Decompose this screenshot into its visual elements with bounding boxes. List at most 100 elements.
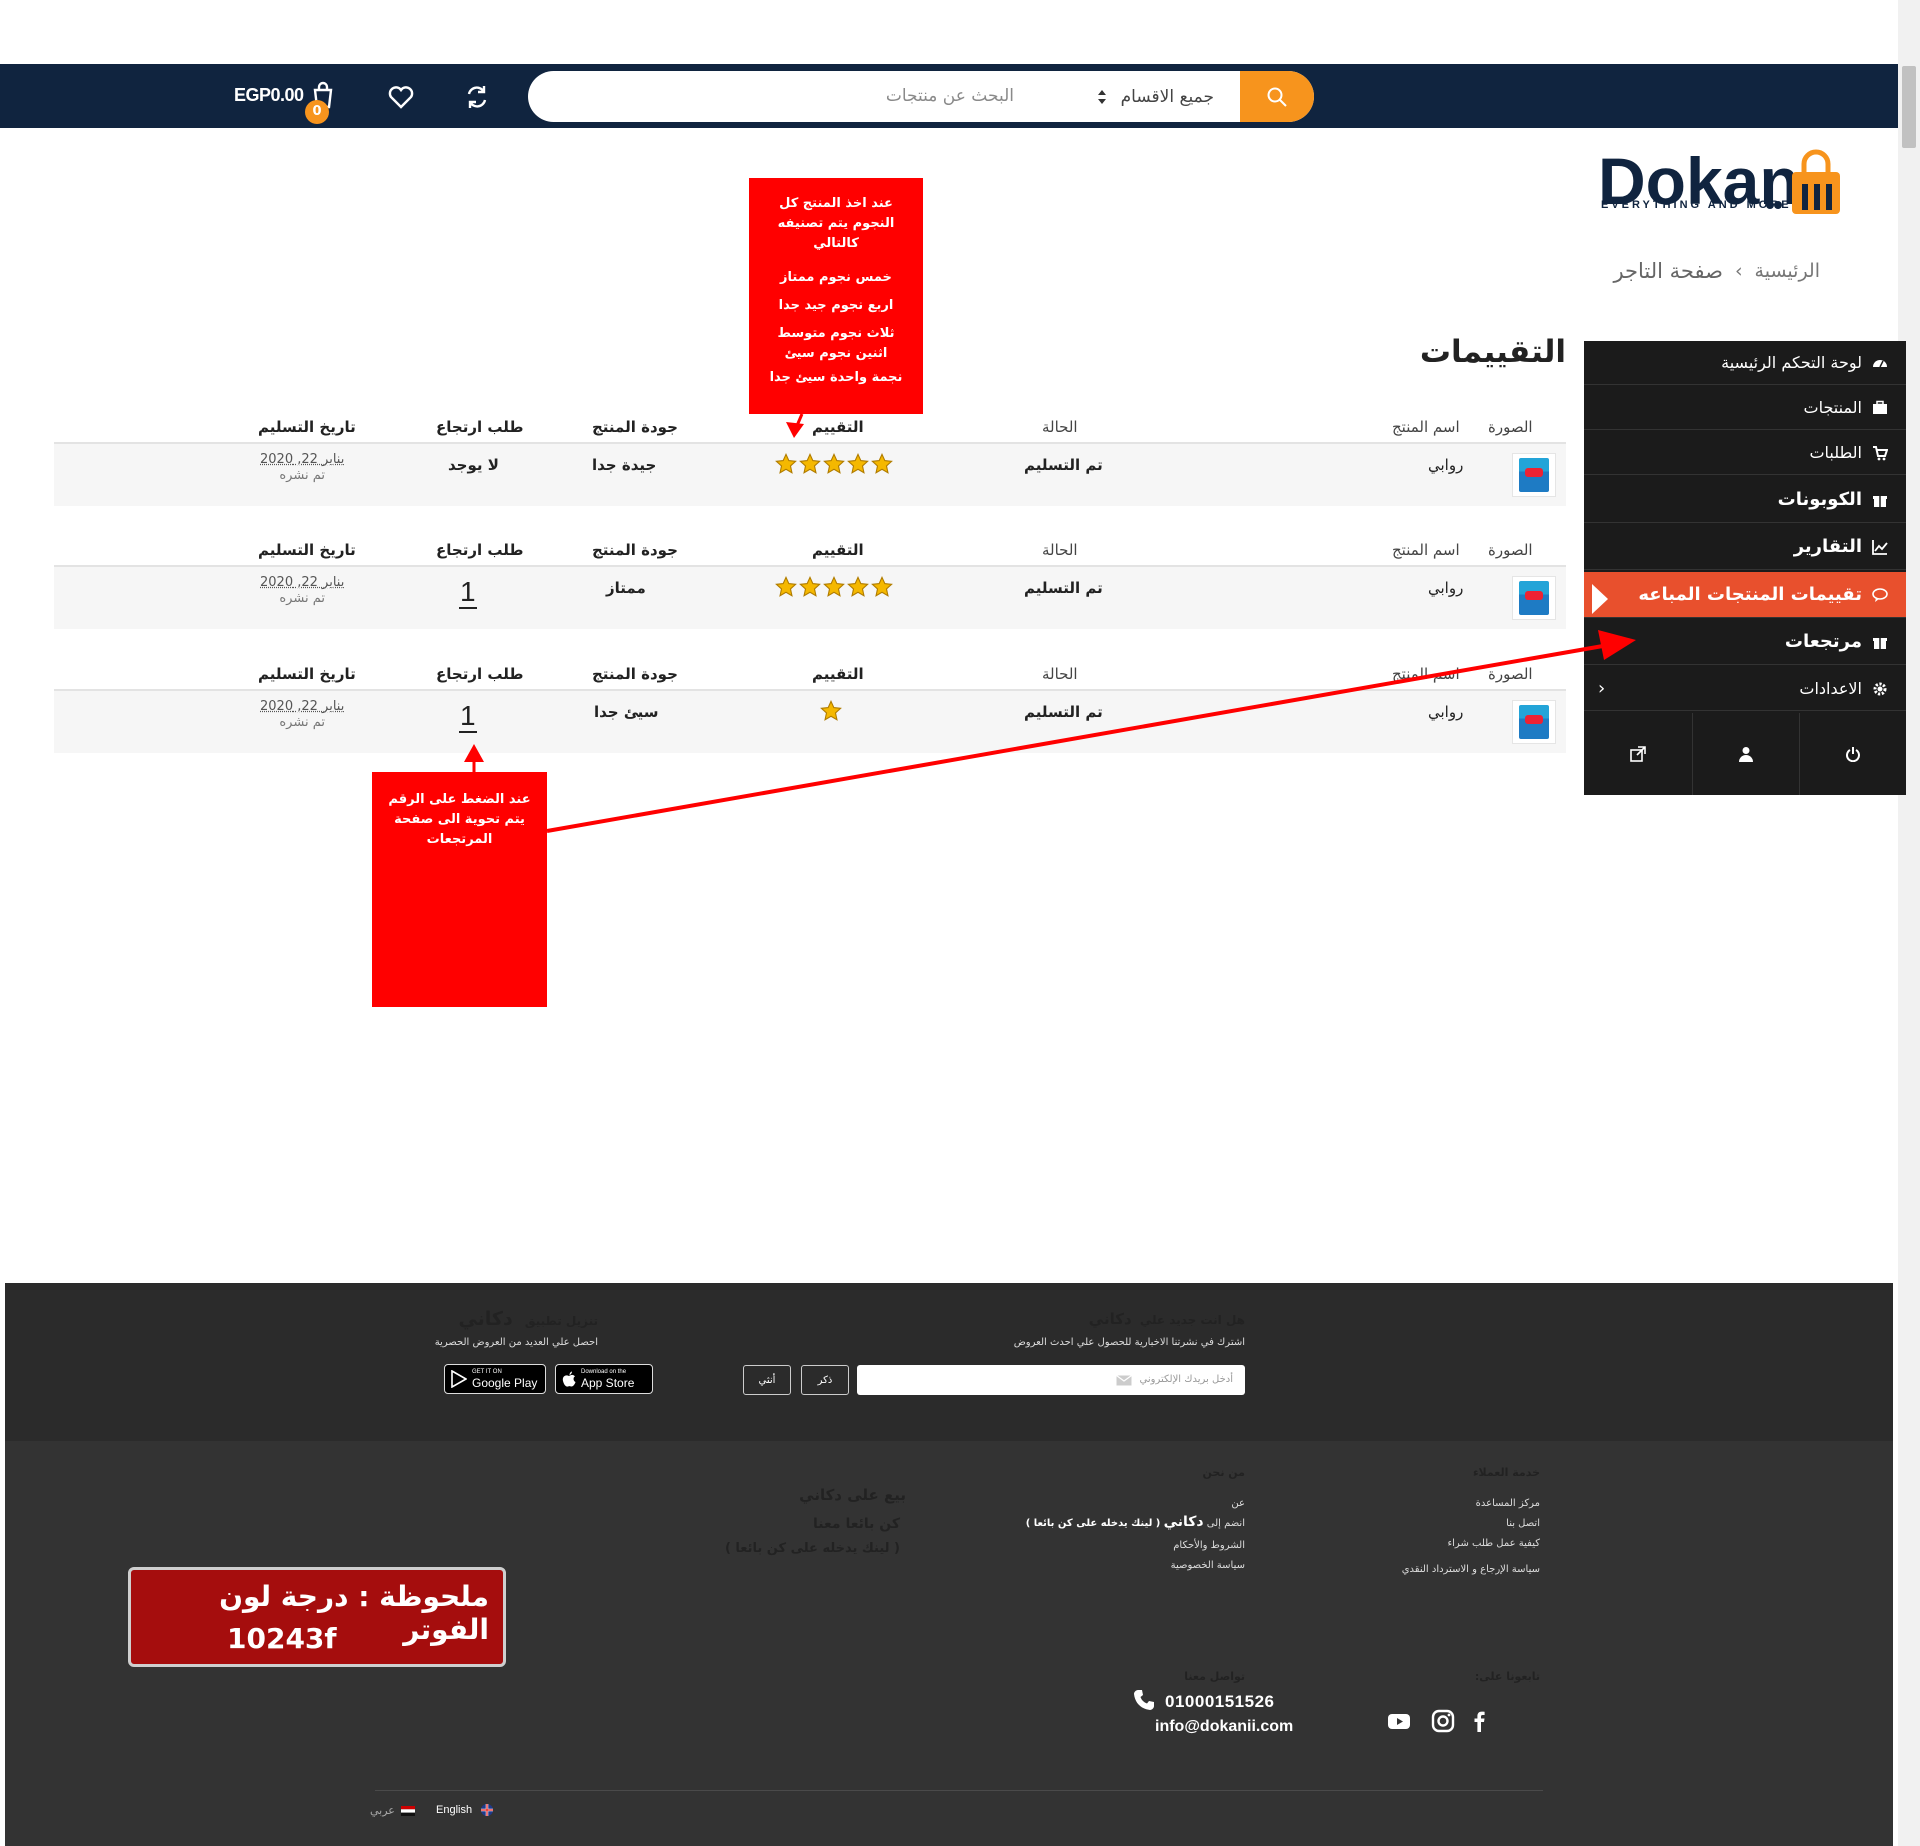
note-line: اثنين نجوم سيئ (784, 346, 888, 361)
star-icon (775, 453, 797, 474)
google-small-text: GET IT ON (472, 1368, 502, 1375)
return-request-link[interactable]: 1 (459, 577, 477, 609)
star-icon (871, 576, 893, 597)
lang-ar-label: عربي (370, 1804, 395, 1817)
dokanii-logo[interactable]: Dokan EVERYTHING AND MORE (1596, 128, 1876, 228)
product-name[interactable]: روابي (1428, 456, 1463, 474)
sidebar-item-label: التقارير (1793, 536, 1862, 557)
apple-icon (562, 1371, 576, 1387)
google-play-button[interactable]: GET IT ON Google Play (444, 1364, 546, 1394)
male-button[interactable]: ذكر (801, 1365, 849, 1395)
footer-link-terms[interactable]: الشروط والأحكام (1173, 1540, 1245, 1551)
search-bar: جميع الاقسام البحث عن منتجات (528, 71, 1314, 122)
product-thumbnail[interactable] (1512, 453, 1556, 497)
language-arabic[interactable]: عربي (370, 1804, 415, 1817)
page-scrollbar[interactable] (1898, 0, 1920, 1846)
col-quality: جودة المنتج (592, 665, 678, 683)
product-thumbnail[interactable] (1512, 576, 1556, 620)
return-request-link[interactable]: 1 (459, 701, 477, 733)
sidebar-item-coupons[interactable]: الكوبونات (1584, 477, 1906, 523)
breadcrumb-home[interactable]: الرئيسية (1755, 260, 1820, 282)
logo-tagline: EVERYTHING AND MORE (1601, 199, 1792, 211)
footer-link-returns-policy[interactable]: سياسة الإرجاع و الاسترداد النقدي (1402, 1564, 1540, 1575)
footer-link-contact[interactable]: اتصل بنا (1506, 1518, 1540, 1529)
sidebar-item-dashboard[interactable]: لوحة التحكم الرئيسية (1584, 341, 1906, 385)
youtube-icon[interactable] (1386, 1708, 1412, 1734)
be-seller-link[interactable]: كن بائعا معنا (813, 1516, 900, 1532)
sidebar-item-returns[interactable]: مرتجعات (1584, 619, 1906, 665)
star-icon (820, 700, 842, 721)
note-line: النجوم يتم تصنيفه (777, 216, 895, 231)
app-download-title: تنزيل تطبيق دكاني (458, 1308, 598, 1330)
category-select[interactable]: جميع الاقسام (1097, 71, 1214, 122)
star-rating (820, 700, 842, 722)
star-icon (871, 453, 893, 474)
product-name[interactable]: روابي (1428, 703, 1463, 721)
facebook-icon[interactable] (1466, 1708, 1492, 1734)
join-prefix: انضم إلى (1206, 1518, 1245, 1529)
user-icon (1739, 747, 1753, 762)
table-row: روابي تم التسليم ممتاز 1 يناير 22, 2020 … (54, 567, 1566, 629)
wishlist-heart-icon[interactable] (386, 82, 416, 112)
lang-en-label: English (436, 1804, 473, 1816)
visit-store-button[interactable] (1584, 713, 1692, 795)
chevron-left-icon: ‹ (1598, 678, 1606, 699)
egypt-flag-icon (400, 1805, 415, 1816)
sidebar-item-settings[interactable]: الاعدادات ‹ (1584, 667, 1906, 711)
logout-button[interactable] (1799, 713, 1906, 795)
sell-on-dokanii[interactable]: بيع على دكاني (799, 1486, 906, 1504)
briefcase-icon (1873, 400, 1887, 414)
dashboard-icon (1873, 359, 1887, 367)
footer-link-about[interactable]: عن (1231, 1498, 1245, 1509)
table-header: الصورة اسم المنتج الحالة التقييم جودة ال… (54, 412, 1566, 444)
power-icon (1846, 747, 1860, 762)
sidebar-item-products[interactable]: المنتجات (1584, 386, 1906, 430)
note-line: ثلاث نجوم متوسط (777, 326, 895, 341)
col-rating: التقييم (812, 665, 864, 683)
product-name[interactable]: روابي (1428, 579, 1463, 597)
follow-us-title: تابعونا على: (1474, 1670, 1540, 1683)
footer-link-privacy[interactable]: سياسة الخصوصية (1171, 1560, 1245, 1571)
gear-icon (1873, 682, 1887, 695)
sidebar-item-orders[interactable]: الطلبات (1584, 431, 1906, 475)
star-icon (799, 576, 821, 597)
star-rating (775, 453, 893, 475)
product-quality: سيئ جدا (594, 703, 659, 721)
profile-button[interactable] (1692, 713, 1799, 795)
sidebar-item-label: المنتجات (1803, 398, 1863, 417)
table-row: روابي تم التسليم جيدة جدا لا يوجد يناير … (54, 444, 1566, 506)
sidebar-item-label: الكوبونات (1777, 489, 1862, 510)
female-button[interactable]: أنثي (743, 1365, 791, 1395)
footer-link-how-to-order[interactable]: كيفية عمل طلب شراء (1447, 1538, 1540, 1549)
table-header: الصورة اسم المنتج الحالة التقييم جودة ال… (54, 659, 1566, 691)
sidebar-item-label: لوحة التحكم الرئيسية (1721, 353, 1862, 372)
sidebar-item-product-reviews[interactable]: تقييمات المنتجات المباعه (1584, 572, 1906, 618)
newsletter-email-input[interactable]: أدخل بريدك الإلكتروني (857, 1365, 1245, 1395)
active-menu-arrow (1592, 584, 1608, 614)
note-line: نجمة واحدة سيئ جدا (769, 370, 903, 385)
sidebar-item-reports[interactable]: التقارير (1584, 524, 1906, 570)
product-thumbnail[interactable] (1512, 700, 1556, 744)
search-input[interactable]: البحث عن منتجات (886, 71, 1014, 122)
contact-phone[interactable]: 01000151526 (1165, 1692, 1275, 1712)
footer-join-seller[interactable]: انضم إلى دكاني ( لينك يدخله على كن بائعا… (1026, 1514, 1245, 1530)
stars-annotation-note: عند اخذ المنتج كل النجوم يتم تصنيفه كالت… (749, 178, 923, 414)
scrollbar-thumb[interactable] (1902, 66, 1916, 148)
breadcrumb-current: صفحة التاجر (1613, 259, 1723, 283)
language-english[interactable]: English (436, 1804, 494, 1816)
col-status: الحالة (1042, 541, 1078, 559)
cart-icon (1873, 445, 1888, 460)
col-product-name: اسم المنتج (1392, 665, 1460, 683)
col-return: طلب ارتجاع (436, 665, 524, 683)
col-image: الصورة (1488, 665, 1533, 683)
published-status: تم نشره (279, 591, 325, 606)
contact-email[interactable]: info@dokanii.com (1155, 1718, 1293, 1736)
col-rating: التقييم (812, 541, 864, 559)
cart-total[interactable]: EGP0.00 (234, 85, 304, 106)
footer-link-help-center[interactable]: مركز المساعدة (1476, 1498, 1540, 1509)
compare-icon[interactable] (462, 82, 492, 112)
app-store-button[interactable]: Download on the App Store (555, 1364, 653, 1394)
search-button[interactable] (1240, 71, 1314, 122)
instagram-icon[interactable] (1430, 1708, 1456, 1734)
col-return: طلب ارتجاع (436, 541, 524, 559)
